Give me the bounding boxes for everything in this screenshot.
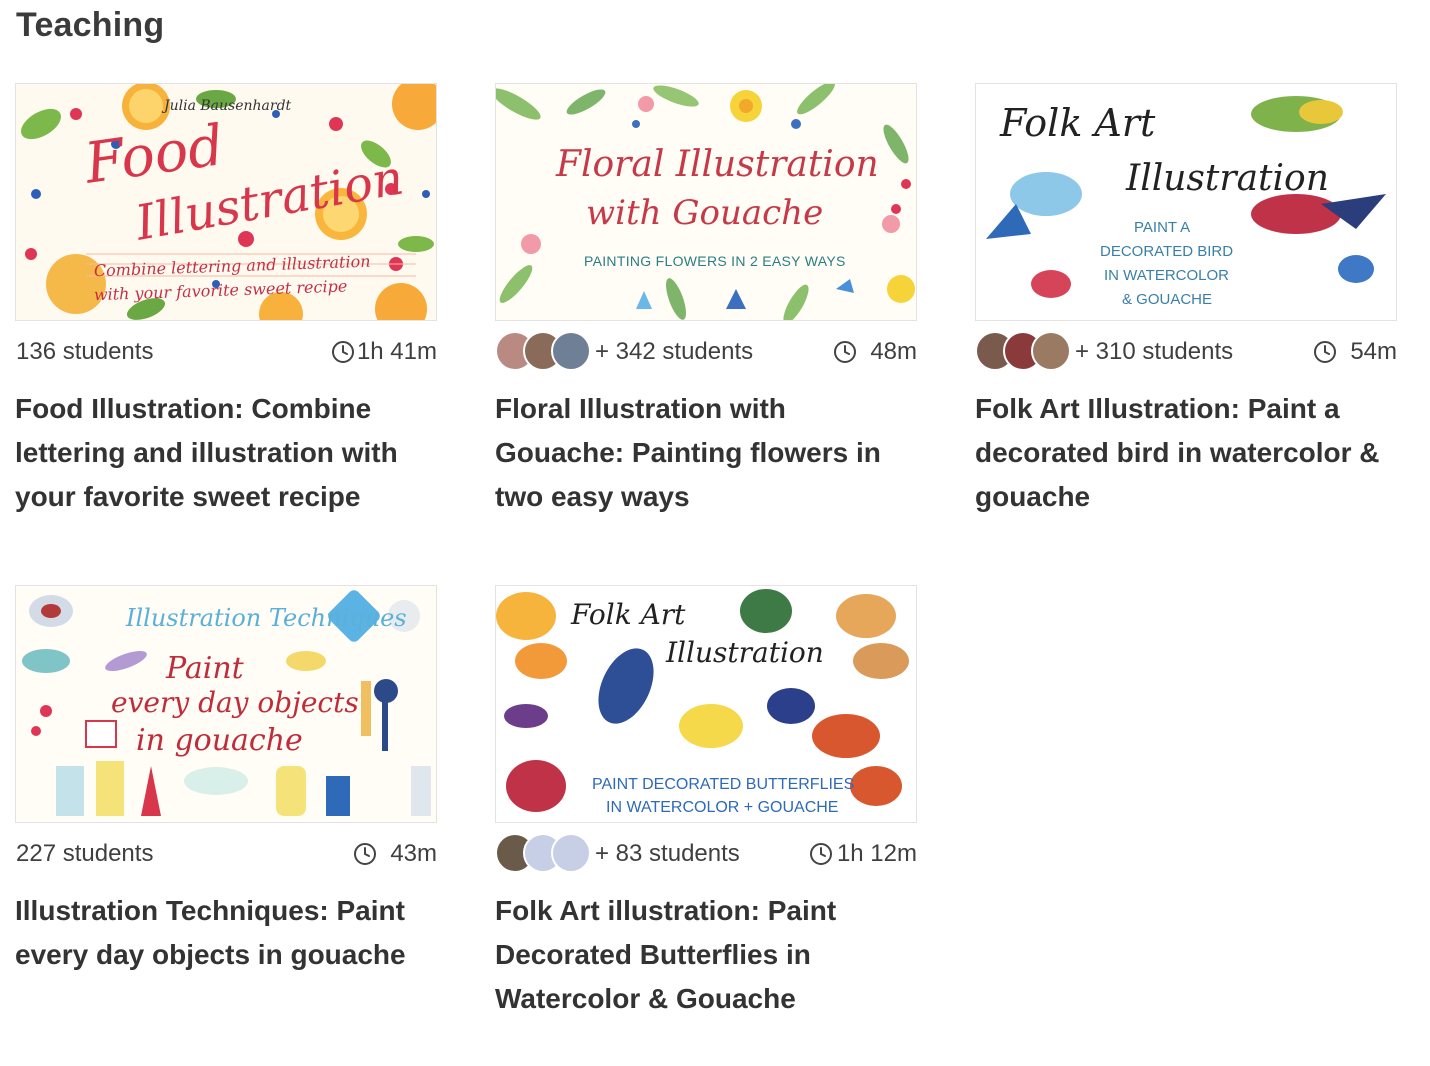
course-thumbnail-art: Floral Illustration with Gouache PAINTIN… — [496, 84, 916, 320]
thumb-title-line2: with Gouache — [586, 193, 823, 233]
course-thumbnail[interactable]: Folk Art Illustration PAINT A DECORATED … — [975, 83, 1397, 321]
clock-icon — [332, 341, 354, 363]
course-title[interactable]: Food Illustration: Combine lettering and… — [15, 387, 435, 519]
student-count: 136 students — [16, 338, 154, 365]
course-thumbnail-art: Illustration Techniques Paint every day … — [16, 586, 436, 822]
clock-icon — [1314, 341, 1336, 363]
thumb-title-line1: Folk Art — [570, 598, 686, 631]
course-meta: 136 students 1h 41m — [15, 331, 437, 371]
course-meta: + 310 students 54m — [975, 331, 1397, 371]
thumb-subtitle-3: IN WATERCOLOR — [1104, 267, 1229, 284]
course-thumbnail[interactable]: Illustration Techniques Paint every day … — [15, 585, 437, 823]
thumb-title-line2: Illustration — [1125, 158, 1329, 199]
student-count: + 83 students — [595, 840, 740, 867]
clock-icon — [810, 843, 832, 865]
thumb-title-line1: Illustration Techniques — [125, 604, 407, 632]
thumb-title-line2: Illustration — [665, 636, 824, 669]
thumb-subtitle-4: & GOUACHE — [1122, 291, 1212, 308]
course-thumbnail[interactable]: Folk Art Illustration PAINT DECORATED BU… — [495, 585, 917, 823]
course-thumbnail-art: Folk Art Illustration PAINT DECORATED BU… — [496, 586, 916, 822]
course-meta: 227 students 43m — [15, 833, 437, 873]
student-avatar — [551, 833, 591, 873]
course-thumbnail[interactable]: Julia Bausenhardt Food Illustration Comb… — [15, 83, 437, 321]
course-thumbnail[interactable]: Floral Illustration with Gouache PAINTIN… — [495, 83, 917, 321]
student-avatar — [551, 331, 591, 371]
course-title[interactable]: Folk Art illustration: Paint Decorated B… — [495, 889, 915, 1021]
thumb-title-line1: Floral Illustration — [555, 144, 879, 185]
thumb-title-line1: Folk Art — [999, 101, 1156, 145]
student-count: + 342 students — [595, 338, 754, 365]
thumb-title-line3: every day objects — [111, 686, 359, 719]
course-card[interactable]: Illustration Techniques Paint every day … — [15, 585, 437, 970]
course-thumbnail-art: Folk Art Illustration PAINT A DECORATED … — [976, 84, 1396, 320]
student-count: + 310 students — [1075, 338, 1234, 365]
thumb-title-line2: Paint — [165, 651, 245, 686]
course-thumbnail-art: Julia Bausenhardt Food Illustration Comb… — [16, 84, 436, 320]
course-card[interactable]: Julia Bausenhardt Food Illustration Comb… — [15, 83, 437, 512]
thumb-author: Julia Bausenhardt — [161, 98, 292, 114]
thumb-subtitle-2: DECORATED BIRD — [1100, 243, 1233, 260]
course-duration: 48m — [870, 338, 917, 365]
thumb-subtitle-2: IN WATERCOLOR + GOUACHE — [606, 799, 838, 816]
clock-icon — [834, 341, 856, 363]
clock-icon — [354, 843, 376, 865]
course-title[interactable]: Floral Illustration with Gouache: Painti… — [495, 387, 915, 519]
course-meta: + 83 students 1h 12m — [495, 833, 917, 873]
course-card[interactable]: Floral Illustration with Gouache PAINTIN… — [495, 83, 917, 512]
thumb-subtitle: PAINTING FLOWERS IN 2 EASY WAYS — [584, 253, 846, 269]
course-duration: 1h 41m — [356, 338, 437, 365]
student-avatar — [1031, 331, 1071, 371]
course-meta: + 342 students 48m — [495, 331, 917, 371]
thumb-title-line4: in gouache — [136, 723, 303, 758]
course-duration: 1h 12m — [836, 840, 917, 867]
section-title: Teaching — [16, 6, 165, 44]
course-title[interactable]: Illustration Techniques: Paint every day… — [15, 889, 435, 977]
course-duration: 43m — [390, 840, 437, 867]
student-count: 227 students — [16, 840, 154, 867]
course-card[interactable]: Folk Art Illustration PAINT DECORATED BU… — [495, 585, 917, 1014]
course-title[interactable]: Folk Art Illustration: Paint a decorated… — [975, 387, 1395, 519]
thumb-subtitle-1: PAINT DECORATED BUTTERFLIES — [592, 776, 854, 793]
course-duration: 54m — [1350, 338, 1397, 365]
course-card[interactable]: Folk Art Illustration PAINT A DECORATED … — [975, 83, 1397, 512]
thumb-subtitle-1: PAINT A — [1134, 219, 1190, 236]
